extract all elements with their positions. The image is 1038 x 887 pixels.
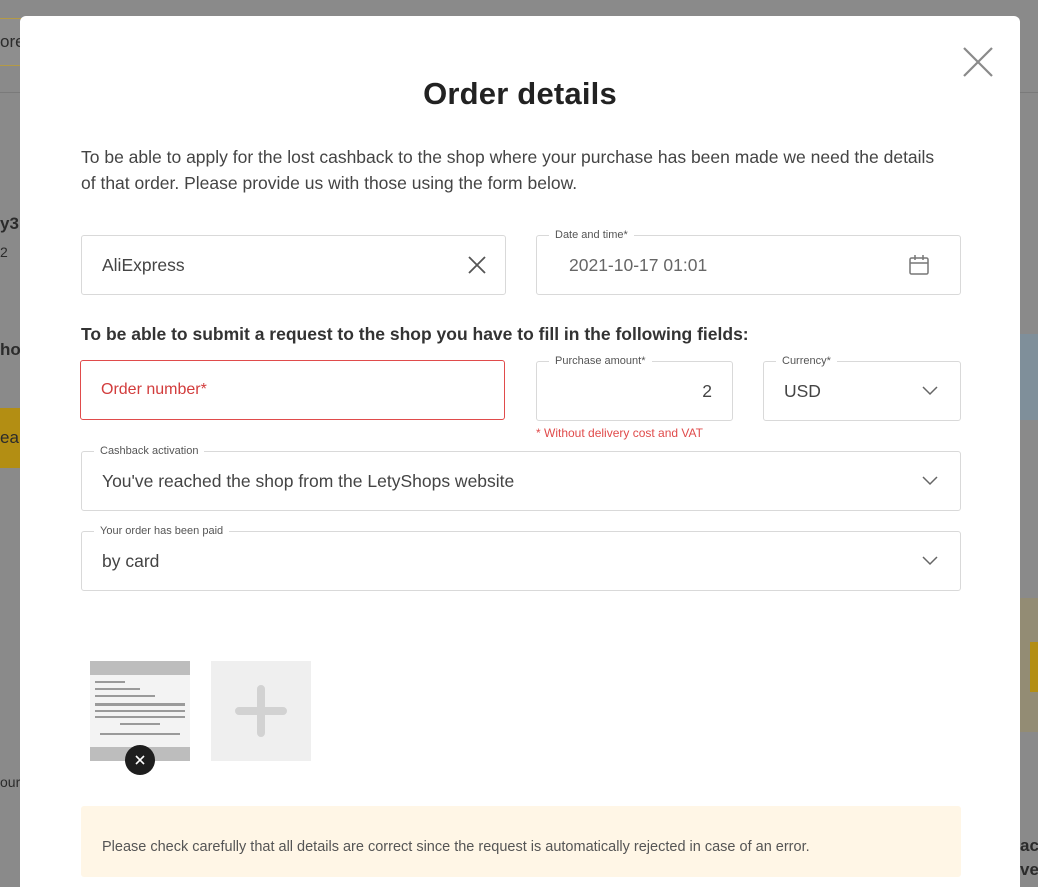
close-icon — [963, 47, 993, 77]
background-divider — [0, 92, 20, 93]
background-text: 2 — [0, 244, 8, 260]
purchase-amount-value: 2 — [702, 380, 712, 401]
shop-field[interactable]: AliExpress — [81, 235, 506, 295]
notice-text: Please check carefully that all details … — [102, 838, 810, 855]
background-text: ho — [0, 340, 21, 359]
modal-title: Order details — [423, 76, 617, 111]
background-button — [1030, 642, 1038, 692]
plus-icon — [235, 685, 287, 737]
payment-method-value: by card — [102, 550, 160, 571]
chevron-down-icon — [922, 556, 938, 566]
notice-banner: Please check carefully that all details … — [81, 806, 961, 877]
order-number-field[interactable]: Order number* — [80, 360, 505, 420]
amount-hint: * Without delivery cost and VAT — [536, 426, 703, 440]
add-attachment-button[interactable] — [211, 661, 311, 761]
background-text: ea — [0, 428, 19, 447]
date-time-field[interactable]: Date and time* 2021-10-17 01:01 — [536, 228, 961, 295]
order-details-modal: Order details To be able to apply for th… — [20, 16, 1020, 887]
calendar-icon[interactable] — [908, 254, 930, 276]
cashback-activation-value: You've reached the shop from the LetySho… — [102, 470, 515, 491]
cashback-activation-select[interactable]: Cashback activation You've reached the s… — [81, 444, 961, 511]
background-text: ve — [1020, 860, 1038, 879]
purchase-amount-field[interactable]: Purchase amount* 2 — [536, 354, 733, 421]
payment-method-select[interactable]: Your order has been paid by card — [81, 524, 961, 591]
background-text: ac — [1020, 836, 1038, 855]
background-text: our — [0, 774, 21, 790]
remove-attachment-button[interactable] — [125, 745, 155, 775]
chevron-down-icon — [922, 386, 938, 396]
purchase-amount-label: Purchase amount* — [549, 354, 652, 368]
required-fields-heading: To be able to submit a request to the sh… — [81, 324, 749, 344]
close-button[interactable] — [962, 46, 994, 78]
intro-text: To be able to apply for the lost cashbac… — [81, 147, 935, 193]
clear-icon — [468, 256, 486, 274]
shop-value: AliExpress — [102, 254, 185, 275]
close-icon — [135, 755, 145, 765]
chevron-down-icon — [922, 476, 938, 486]
background-panel — [1020, 334, 1038, 420]
background-divider — [1020, 92, 1038, 93]
order-number-placeholder: Order number* — [101, 381, 207, 398]
currency-select[interactable]: Currency* USD — [763, 354, 961, 421]
background-text: y3 — [0, 214, 19, 233]
date-time-value: 2021-10-17 01:01 — [569, 254, 708, 275]
currency-value: USD — [784, 380, 821, 401]
clear-shop-button[interactable] — [467, 255, 487, 275]
